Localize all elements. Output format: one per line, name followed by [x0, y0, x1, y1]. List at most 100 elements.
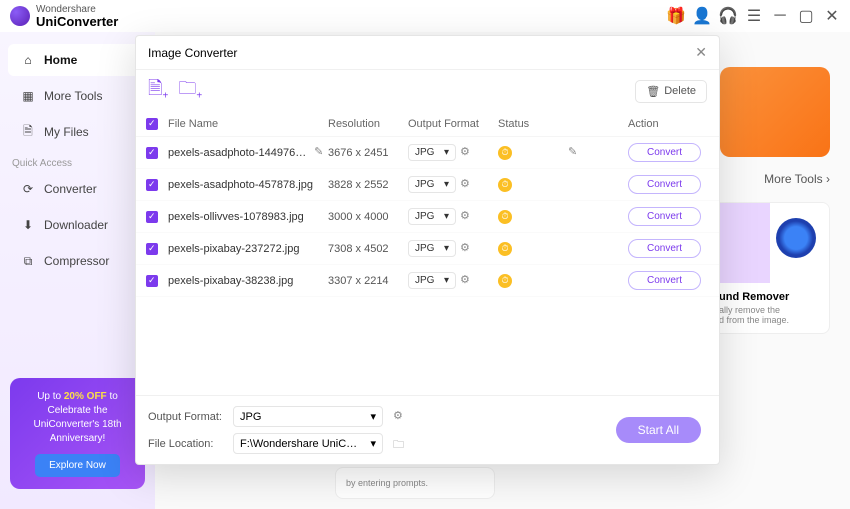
sidebar-item-compressor[interactable]: ⧉ Compressor: [8, 245, 147, 277]
filename-cell: pexels-asadphoto-1449767.jpg✎: [168, 145, 328, 160]
close-icon[interactable]: ✕: [824, 8, 840, 24]
chevron-down-icon: ▾: [370, 437, 376, 450]
modal-title: Image Converter: [148, 46, 237, 60]
account-icon[interactable]: 👤: [694, 8, 710, 24]
row-checkbox[interactable]: [146, 211, 158, 223]
filename-cell: pexels-ollivves-1078983.jpg: [168, 211, 328, 223]
sidebar-item-label: Converter: [44, 182, 97, 196]
row-checkbox[interactable]: [146, 179, 158, 191]
status-pending-icon: ⏱: [498, 146, 512, 160]
convert-button[interactable]: Convert: [628, 143, 701, 162]
edit-filename-icon[interactable]: ✎: [314, 145, 328, 160]
sidebar-item-downloader[interactable]: ⬇ Downloader: [8, 209, 147, 241]
open-folder-icon[interactable]: 🗀: [393, 436, 409, 452]
sidebar-item-label: More Tools: [44, 89, 102, 103]
minimize-icon[interactable]: ─: [772, 8, 788, 24]
filename-cell: pexels-pixabay-38238.jpg: [168, 275, 328, 287]
sidebar-item-home[interactable]: ⌂ Home: [8, 44, 147, 76]
promo-text: Up to 20% OFF to Celebrate the UniConver…: [18, 390, 137, 446]
status-pending-icon: ⏱: [498, 178, 512, 192]
start-all-button[interactable]: Start All: [616, 417, 701, 443]
row-checkbox[interactable]: [146, 147, 158, 159]
add-folder-icon[interactable]: 🗀+: [178, 76, 202, 106]
status-pending-icon: ⏱: [498, 242, 512, 256]
format-settings-icon[interactable]: ⚙: [460, 177, 476, 193]
convert-button[interactable]: Convert: [628, 239, 701, 258]
grid-icon: ▦: [20, 88, 36, 104]
status-pending-icon: ⏱: [498, 274, 512, 288]
more-tools-link[interactable]: More Tools ›: [764, 172, 830, 186]
chevron-down-icon: ▾: [444, 147, 449, 158]
download-icon: ⬇: [20, 217, 36, 233]
edit-row-icon[interactable]: ✎: [568, 145, 583, 160]
table-row: pexels-asadphoto-457878.jpg 3828 x 2552 …: [136, 169, 719, 201]
add-file-icon[interactable]: 🗎+: [148, 76, 168, 106]
chevron-right-icon: ›: [826, 172, 830, 186]
select-all-checkbox[interactable]: [146, 118, 158, 130]
brand: Wondershare UniConverter: [10, 5, 118, 28]
filename-cell: pexels-asadphoto-457878.jpg: [168, 179, 328, 191]
convert-button[interactable]: Convert: [628, 175, 701, 194]
sidebar-item-my-files[interactable]: 🗎 My Files: [8, 116, 147, 148]
col-filename: File Name: [168, 118, 328, 130]
output-format-select[interactable]: JPG▾: [233, 406, 383, 427]
convert-icon: ⟳: [20, 181, 36, 197]
maximize-icon[interactable]: ▢: [798, 8, 814, 24]
col-output-format: Output Format: [408, 118, 498, 130]
format-settings-icon[interactable]: ⚙: [460, 209, 476, 225]
status-pending-icon: ⏱: [498, 210, 512, 224]
table-row: pexels-ollivves-1078983.jpg 3000 x 4000 …: [136, 201, 719, 233]
sidebar-item-label: My Files: [44, 125, 89, 139]
row-checkbox[interactable]: [146, 243, 158, 255]
file-location-label: File Location:: [148, 438, 223, 450]
table-row: pexels-pixabay-38238.jpg 3307 x 2214 JPG…: [136, 265, 719, 297]
tool-title: und Remover: [719, 291, 821, 303]
app-logo-icon: [10, 6, 30, 26]
sidebar-item-converter[interactable]: ⟳ Converter: [8, 173, 147, 205]
table-row: pexels-asadphoto-1449767.jpg✎ 3676 x 245…: [136, 137, 719, 169]
resolution-cell: 3828 x 2552: [328, 179, 408, 191]
format-select[interactable]: JPG▾: [408, 208, 456, 225]
table-header: File Name Resolution Output Format Statu…: [136, 112, 719, 137]
format-select[interactable]: JPG▾: [408, 176, 456, 193]
resolution-cell: 3000 x 4000: [328, 211, 408, 223]
explore-now-button[interactable]: Explore Now: [35, 454, 120, 477]
modal-close-icon[interactable]: ✕: [695, 44, 707, 61]
image-converter-modal: Image Converter ✕ 🗎+ 🗀+ 🗑 Delete File Na…: [135, 35, 720, 465]
tool-card-bg-remover[interactable]: und Remover ally remove thed from the im…: [710, 202, 830, 334]
format-select[interactable]: JPG▾: [408, 272, 456, 289]
window-controls: 🎁 👤 🎧 ☰ ─ ▢ ✕: [668, 8, 840, 24]
output-settings-icon[interactable]: ⚙: [393, 409, 409, 425]
file-location-select[interactable]: F:\Wondershare UniConverter 16\Im…▾: [233, 433, 383, 454]
trash-icon: 🗑: [646, 85, 660, 98]
delete-button[interactable]: 🗑 Delete: [635, 80, 707, 103]
home-icon: ⌂: [20, 52, 36, 68]
format-select[interactable]: JPG▾: [408, 144, 456, 161]
prompt-card: by entering prompts.: [335, 467, 495, 499]
sidebar-item-label: Downloader: [44, 218, 108, 232]
convert-button[interactable]: Convert: [628, 207, 701, 226]
gift-icon[interactable]: 🎁: [668, 8, 684, 24]
files-icon: 🗎: [20, 124, 36, 140]
chevron-down-icon: ▾: [444, 243, 449, 254]
sidebar: ⌂ Home ▦ More Tools 🗎 My Files Quick Acc…: [0, 32, 155, 509]
sidebar-item-more-tools[interactable]: ▦ More Tools: [8, 80, 147, 112]
support-icon[interactable]: 🎧: [720, 8, 736, 24]
sidebar-item-label: Compressor: [44, 254, 109, 268]
product-name: UniConverter: [36, 15, 118, 28]
quick-access-heading: Quick Access: [0, 150, 155, 171]
promo-banner: Up to 20% OFF to Celebrate the UniConver…: [10, 378, 145, 489]
chevron-down-icon: ▾: [444, 275, 449, 286]
featured-card[interactable]: [720, 67, 830, 157]
convert-button[interactable]: Convert: [628, 271, 701, 290]
format-select[interactable]: JPG▾: [408, 240, 456, 257]
menu-icon[interactable]: ☰: [746, 8, 762, 24]
format-settings-icon[interactable]: ⚙: [460, 145, 476, 161]
resolution-cell: 7308 x 4502: [328, 243, 408, 255]
company-name: Wondershare: [36, 5, 118, 15]
format-settings-icon[interactable]: ⚙: [460, 273, 476, 289]
format-settings-icon[interactable]: ⚙: [460, 241, 476, 257]
chevron-down-icon: ▾: [370, 410, 376, 423]
row-checkbox[interactable]: [146, 275, 158, 287]
tool-thumbnail: [711, 203, 829, 283]
